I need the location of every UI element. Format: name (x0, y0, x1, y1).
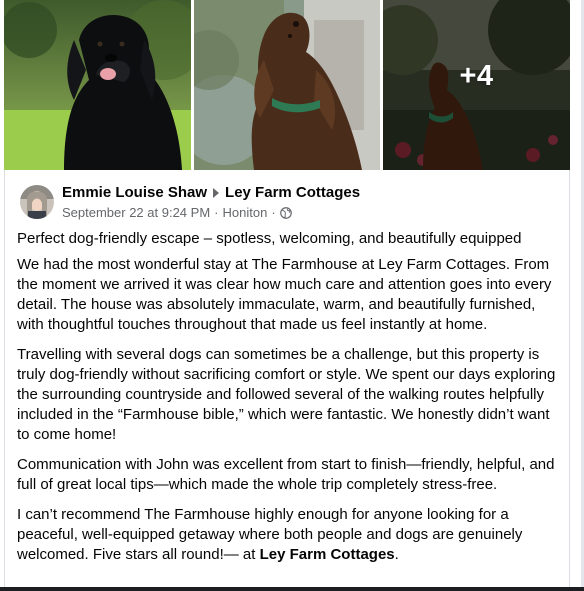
post-card: Emmie Louise Shaw Ley Farm Cottages Sept… (4, 170, 570, 587)
post-paragraph: Travelling with several dogs can sometim… (17, 346, 556, 443)
separator: · (271, 205, 276, 220)
brown-spaniel-photo (194, 0, 380, 170)
post-subline: September 22 at 9:24 PM · Honiton · (62, 204, 360, 221)
post-location[interactable]: Honiton (223, 204, 268, 221)
post-frame: +4 Emmie Louise Shaw Ley Farm Cottages S… (0, 0, 584, 591)
avatar[interactable] (20, 185, 54, 219)
more-photos-overlay[interactable]: +4 (383, 0, 570, 170)
post-header: Emmie Louise Shaw Ley Farm Cottages Sept… (20, 183, 360, 221)
closing-period: . (394, 546, 399, 563)
author-line: Emmie Louise Shaw Ley Farm Cottages (62, 183, 360, 203)
more-photos-count: +4 (459, 60, 494, 92)
post-paragraph: We had the most wonderful stay at The Fa… (17, 256, 552, 333)
post-paragraph: Communication with John was excellent fr… (17, 456, 555, 493)
post-timestamp[interactable]: September 22 at 9:24 PM (62, 204, 210, 221)
separator: · (214, 205, 219, 220)
target-page-name[interactable]: Ley Farm Cottages (225, 183, 360, 203)
gallery-photo-1[interactable] (4, 0, 191, 170)
post-headline: Perfect dog-friendly escape – spotless, … (17, 230, 522, 247)
post-closing: I can’t recommend The Farmhouse highly e… (17, 505, 565, 565)
gallery-photo-2[interactable] (194, 0, 380, 170)
closing-place-link[interactable]: Ley Farm Cottages (260, 546, 395, 563)
avatar-photo (20, 185, 54, 219)
post-body: Perfect dog-friendly escape – spotless, … (17, 229, 565, 575)
gallery-photo-3[interactable]: +4 (383, 0, 570, 170)
post-meta: Emmie Louise Shaw Ley Farm Cottages Sept… (62, 183, 360, 221)
photo-gallery: +4 (4, 0, 570, 170)
caret-right-icon (213, 188, 220, 198)
bottom-divider (0, 587, 584, 591)
globe-icon[interactable] (279, 206, 292, 219)
author-name[interactable]: Emmie Louise Shaw (62, 183, 207, 203)
black-dog-photo (4, 0, 191, 170)
